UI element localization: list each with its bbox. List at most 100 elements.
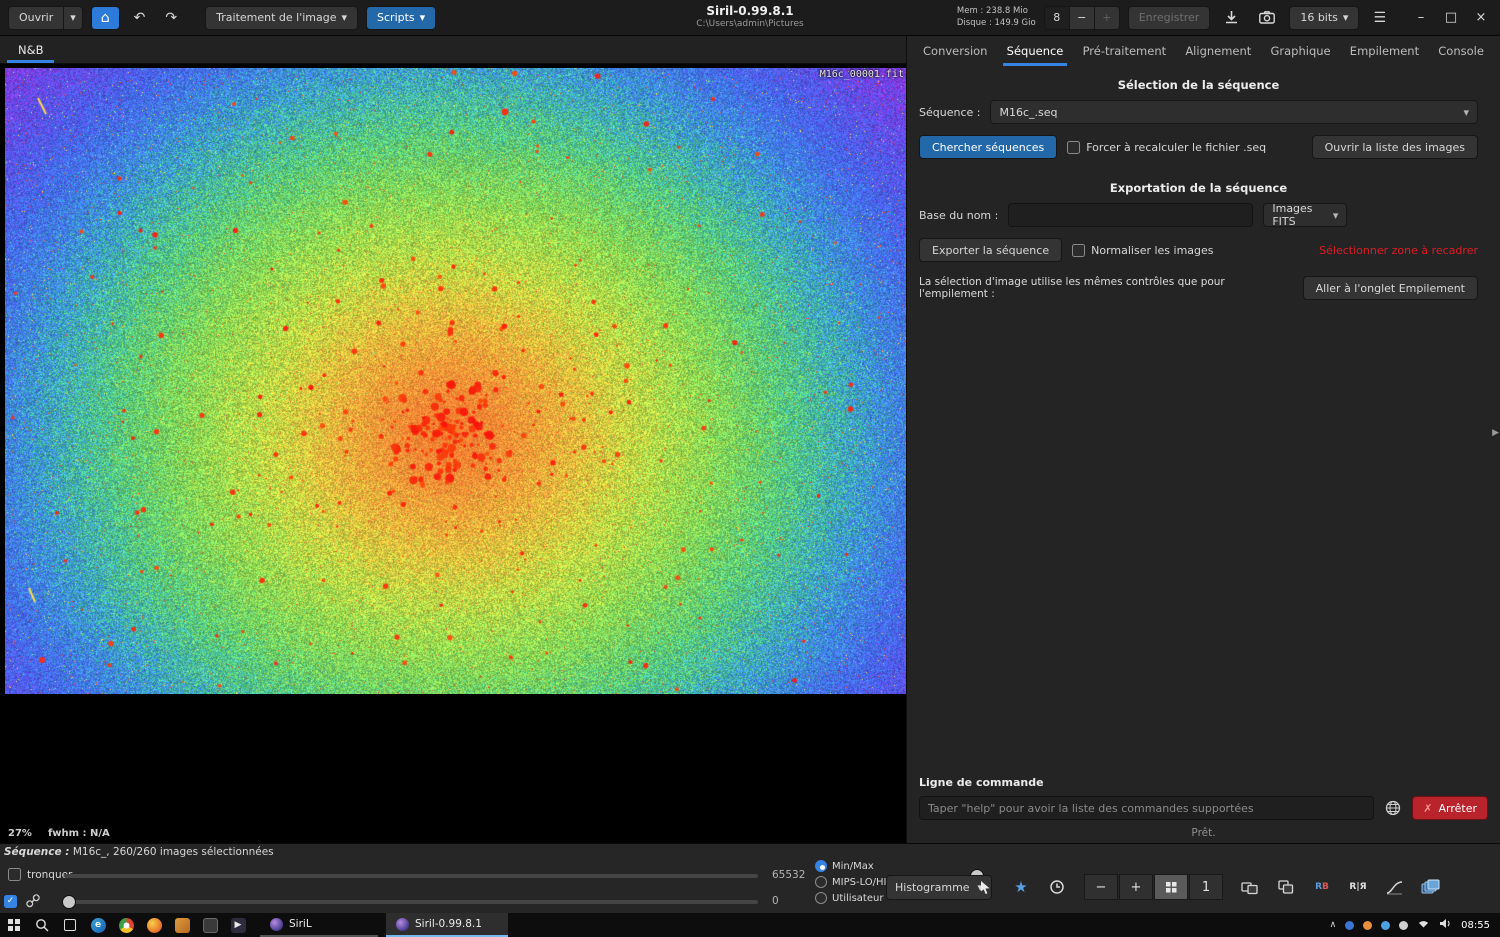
taskbar-window-active[interactable]: Siril-0.99.8.1	[386, 913, 508, 937]
bit-depth-label: 16 bits	[1300, 11, 1338, 24]
export-format-value: Images FITS	[1272, 202, 1326, 228]
tab-registration[interactable]: Alignement	[1179, 36, 1257, 66]
zoom-in-button[interactable]: +	[1119, 874, 1153, 900]
star-icon: ★	[1014, 878, 1027, 896]
pinned-app-icon-5[interactable]	[196, 913, 224, 937]
zoom-out-button[interactable]: −	[1084, 874, 1118, 900]
goto-stacking-button[interactable]: Aller à l'onglet Empilement	[1303, 276, 1478, 300]
spin-increase-button[interactable]: +	[1095, 6, 1120, 30]
truncate-checkbox[interactable]: tronquer	[8, 868, 72, 881]
redo-button[interactable]: ↷	[159, 6, 183, 30]
star-detection-button[interactable]: ★	[1008, 874, 1034, 900]
pinned-app-icon-6[interactable]: ▶	[224, 913, 252, 937]
taskbar-search-icon[interactable]	[28, 913, 56, 937]
start-button[interactable]	[0, 913, 28, 937]
tab-nb[interactable]: N&B	[4, 36, 57, 63]
save-button[interactable]: Enregistrer	[1128, 6, 1211, 30]
taskbar-window-siril[interactable]: SiriL	[260, 913, 378, 937]
high-cut-value: 65532	[772, 869, 805, 881]
tray-app-icon-2[interactable]	[1363, 921, 1372, 930]
search-sequences-button[interactable]: Chercher séquences	[919, 135, 1057, 159]
sequence-label: Séquence :	[919, 106, 980, 119]
normalize-images-checkbox[interactable]: Normaliser les images	[1072, 244, 1213, 257]
image-canvas[interactable]	[5, 68, 906, 694]
tray-app-icon-1[interactable]	[1345, 921, 1354, 930]
hamburger-menu-icon[interactable]: ☰	[1367, 6, 1392, 30]
radio-minmax[interactable]: Min/Max	[815, 860, 887, 872]
tray-app-icon-3[interactable]	[1381, 921, 1390, 930]
sequence-combobox[interactable]: M16c_.seq ▾	[990, 100, 1478, 124]
tab-sequence[interactable]: Séquence	[1001, 36, 1070, 66]
undo-button[interactable]: ↶	[128, 6, 152, 30]
taskbar-window-siril-label: SiriL	[289, 918, 312, 930]
chevron-down-icon: ▾	[420, 11, 426, 24]
tray-chevron-icon[interactable]: ∧	[1330, 920, 1337, 930]
minimize-button[interactable]: –	[1406, 3, 1436, 33]
pinned-app-icon-2[interactable]	[112, 913, 140, 937]
network-icon[interactable]	[1417, 918, 1430, 932]
chevron-down-icon: ▾	[342, 11, 348, 24]
firefox-icon[interactable]	[140, 913, 168, 937]
force-recalc-label: Forcer à recalculer le fichier .seq	[1086, 141, 1266, 154]
high-cut-slider[interactable]	[64, 874, 758, 878]
radio-mips-label: MIPS-LO/HI	[832, 877, 887, 888]
clock[interactable]: 08:55	[1461, 920, 1490, 931]
snapshot-camera-icon[interactable]	[1253, 6, 1281, 30]
radio-mips-lohi[interactable]: MIPS-LO/HI	[815, 876, 887, 888]
auto-cut-checkbox[interactable]: ✓	[4, 894, 17, 908]
flip-image-button[interactable]: R|Я	[1345, 874, 1371, 900]
radio-dot	[815, 876, 827, 888]
histogram-transform-button[interactable]	[1381, 874, 1407, 900]
mirror-y-button[interactable]	[1273, 874, 1299, 900]
open-recent-dropdown[interactable]: ▾	[64, 6, 83, 30]
checkbox-box	[1067, 141, 1080, 154]
task-view-icon[interactable]	[56, 913, 84, 937]
home-button[interactable]: ⌂	[91, 6, 120, 30]
bit-depth-dropdown[interactable]: 16 bits ▾	[1289, 6, 1359, 30]
tab-stacking[interactable]: Empilement	[1344, 36, 1425, 66]
low-cut-slider[interactable]	[64, 900, 758, 904]
tab-console[interactable]: Console	[1432, 36, 1490, 66]
open-image-list-button[interactable]: Ouvrir la liste des images	[1312, 135, 1478, 159]
scripts-menu-button[interactable]: Scripts ▾	[366, 6, 436, 30]
force-recalc-checkbox[interactable]: Forcer à recalculer le fichier .seq	[1067, 141, 1266, 154]
link-sliders-icon[interactable]	[26, 894, 40, 911]
low-cut-slider-knob[interactable]	[62, 895, 76, 909]
volume-icon[interactable]	[1439, 918, 1452, 932]
siril-app-icon	[270, 918, 283, 931]
open-button[interactable]: Ouvrir	[8, 6, 64, 30]
rgb-compositing-button[interactable]: RB	[1309, 874, 1335, 900]
mirror-x-button[interactable]	[1237, 874, 1263, 900]
command-help-globe-icon[interactable]	[1382, 797, 1404, 819]
export-sequence-button[interactable]: Exporter la séquence	[919, 238, 1062, 262]
export-format-dropdown[interactable]: Images FITS ▾	[1263, 203, 1347, 227]
zoom-one-button[interactable]: 1	[1189, 874, 1223, 900]
tab-plot[interactable]: Graphique	[1264, 36, 1336, 66]
pointer-tool-button[interactable]	[972, 874, 998, 900]
maximize-button[interactable]: □	[1436, 3, 1466, 33]
image-list-button[interactable]	[1417, 874, 1443, 900]
basename-input[interactable]	[1008, 203, 1253, 227]
command-input[interactable]	[919, 796, 1374, 820]
cut-mode-radios: Min/Max MIPS-LO/HI Utilisateur	[815, 860, 887, 904]
tab-conversion[interactable]: Conversion	[917, 36, 993, 66]
image-processing-menu-button[interactable]: Traitement de l'image ▾	[205, 6, 358, 30]
panel-collapse-handle[interactable]: ▶	[1492, 428, 1499, 438]
zoom-spin-value: 8	[1044, 6, 1070, 30]
sequence-export-title: Exportation de la séquence	[919, 181, 1478, 195]
header-right-group: Mem : 238.8 Mio Disque : 149.9 Gio 8 − +…	[957, 3, 1500, 33]
astrometry-button[interactable]	[1044, 874, 1070, 900]
edge-icon[interactable]: e	[84, 913, 112, 937]
select-crop-zone-link[interactable]: Sélectionner zone à recadrer	[1319, 244, 1478, 257]
download-icon[interactable]	[1218, 6, 1245, 30]
stop-button[interactable]: ✗ Arrêter	[1412, 796, 1488, 820]
rgb-letters-icon: RB	[1315, 883, 1329, 892]
pinned-app-icon-4[interactable]	[168, 913, 196, 937]
tray-app-icon-4[interactable]	[1399, 921, 1408, 930]
radio-user[interactable]: Utilisateur	[815, 892, 887, 904]
radio-minmax-label: Min/Max	[832, 861, 874, 872]
zoom-fit-button[interactable]	[1154, 874, 1188, 900]
close-button[interactable]: ×	[1466, 3, 1496, 33]
tab-pre-processing[interactable]: Pré-traitement	[1077, 36, 1173, 66]
spin-decrease-button[interactable]: −	[1070, 6, 1095, 30]
